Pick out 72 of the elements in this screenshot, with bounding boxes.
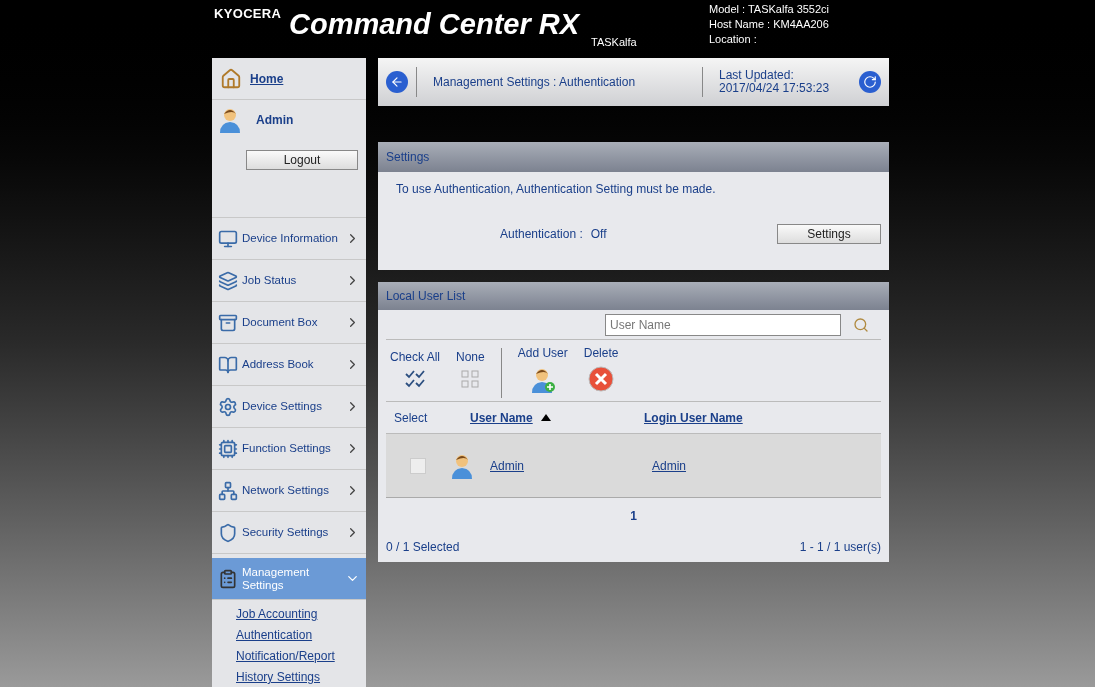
brand-logo: KYOCERA xyxy=(214,6,282,21)
sort-link[interactable]: Login User Name xyxy=(644,408,743,427)
device-info-text: Host Name : KM4AA206 xyxy=(709,17,830,32)
home-icon xyxy=(220,67,242,90)
toolbar-action[interactable]: Check All xyxy=(386,348,445,388)
back-button[interactable] xyxy=(386,71,408,93)
add-person-icon xyxy=(529,366,556,394)
sort-link[interactable]: User Name xyxy=(470,408,533,427)
subnav-link[interactable]: Authentication xyxy=(236,627,313,643)
nav-item[interactable]: Device Settings xyxy=(212,386,366,428)
drawer-icon xyxy=(218,312,238,333)
panel-title: Local User List xyxy=(386,288,466,305)
auth-value: Off xyxy=(590,226,608,243)
subnav-link[interactable]: Notification/Report xyxy=(236,648,335,664)
column-header: Select xyxy=(393,409,429,427)
nav-label: Function Settings xyxy=(242,442,332,455)
user-range: 1 - 1 / 1 user(s) xyxy=(799,539,881,556)
delete-icon xyxy=(588,366,615,392)
nav-label: Device Information xyxy=(242,232,339,245)
login-name-link[interactable]: Admin xyxy=(652,456,686,475)
settings-message: To use Authentication, Authentication Setting must be made. xyxy=(395,181,717,198)
app-title: Command Center RX xyxy=(289,6,580,42)
home-link[interactable]: Home xyxy=(250,69,284,88)
toolbar-action[interactable]: Delete xyxy=(579,344,623,392)
refresh-icon xyxy=(863,75,877,89)
nav-label: Network Settings xyxy=(242,484,330,497)
row-checkbox[interactable] xyxy=(410,457,426,474)
user-name: Admin xyxy=(256,112,294,129)
auth-label: Authentication : xyxy=(500,226,583,243)
nav-item[interactable]: Device Information xyxy=(212,218,366,260)
settings-button[interactable]: Settings xyxy=(777,224,881,244)
nav-label: Job Status xyxy=(242,274,298,287)
logout-button[interactable]: Logout xyxy=(246,150,358,170)
panel-title: Settings xyxy=(386,149,430,166)
updated-label: Last Updated: xyxy=(719,69,795,82)
page-number: 1 xyxy=(630,508,637,525)
nav-item[interactable]: Function Settings xyxy=(212,428,366,470)
updated-time: 2017/04/24 17:53:23 xyxy=(719,82,831,95)
clipboard-icon xyxy=(218,568,238,589)
empty-boxes-icon xyxy=(461,370,480,388)
breadcrumb-path: Management Settings : Authentication xyxy=(433,74,637,91)
nav-item[interactable]: Security Settings xyxy=(212,512,366,554)
chip-icon xyxy=(218,438,238,459)
admin-user-link[interactable]: Admin xyxy=(490,456,524,475)
nav-label: Device Settings xyxy=(242,400,323,413)
nav-item[interactable]: Document Box xyxy=(212,302,366,344)
gear-icon xyxy=(218,396,238,417)
nav-item[interactable]: Address Book xyxy=(212,344,366,386)
stack-icon xyxy=(218,270,238,291)
checkmarks-icon xyxy=(405,370,425,388)
network-icon xyxy=(218,480,238,501)
subnav-link[interactable]: Job Accounting xyxy=(236,606,318,622)
nav-label: Management Settings xyxy=(242,565,311,592)
search-field[interactable]: User Name xyxy=(605,313,841,336)
refresh-button[interactable] xyxy=(859,71,881,93)
nav-item[interactable]: Job Status xyxy=(212,260,366,302)
nav-label: Document Box xyxy=(242,316,319,329)
product-name: TASKalfa xyxy=(591,34,637,50)
toolbar-action[interactable]: Add User xyxy=(513,344,572,394)
device-info-text: Model : TASKalfa 3552ci xyxy=(709,2,830,17)
monitor-icon xyxy=(218,228,238,249)
nav-item[interactable]: Network Settings xyxy=(212,470,366,512)
book-icon xyxy=(218,354,238,375)
nav-label: Security Settings xyxy=(242,526,330,539)
search-icon[interactable] xyxy=(853,316,869,333)
subnav-link[interactable]: History Settings xyxy=(236,669,321,685)
selected-count: 0 / 1 Selected xyxy=(386,539,460,556)
nav-label: Address Book xyxy=(242,358,315,371)
shield-icon xyxy=(218,522,238,543)
toolbar-action[interactable]: None xyxy=(452,348,489,388)
device-info-text: Location : xyxy=(709,32,758,47)
sort-ascending-icon xyxy=(540,414,551,421)
